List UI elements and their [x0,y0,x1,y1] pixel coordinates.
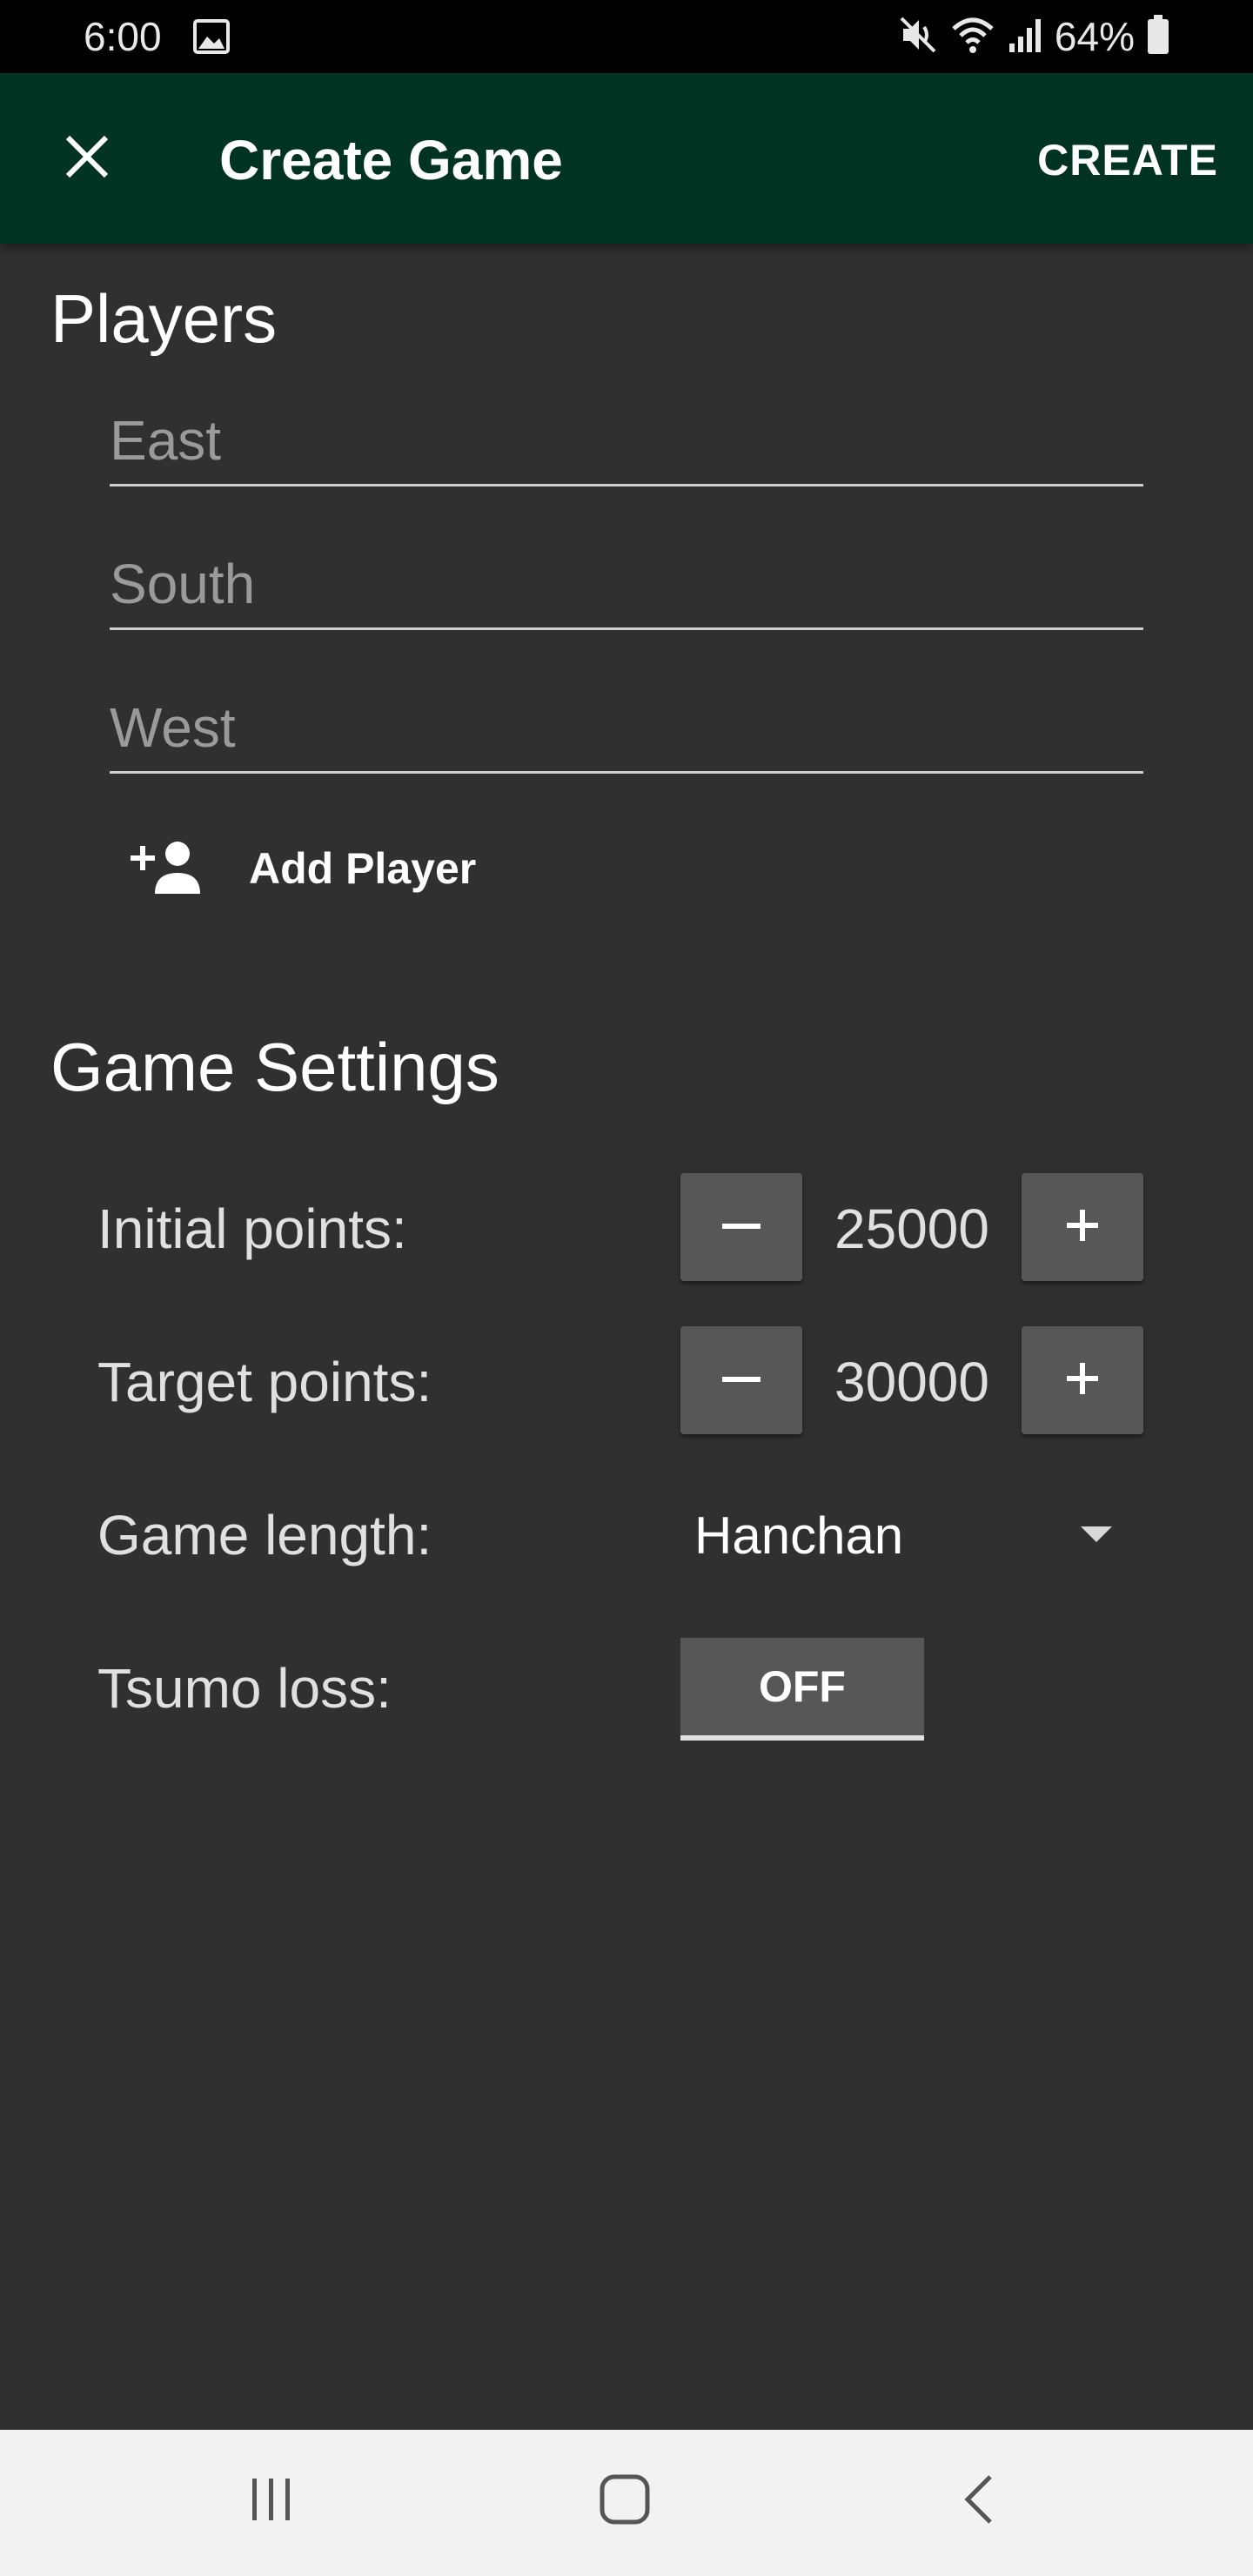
home-icon[interactable] [597,2472,653,2532]
tsumo-loss-state: OFF [759,1662,846,1711]
game-length-value: Hanchan [694,1506,904,1565]
mute-icon [898,15,938,59]
east-player-input[interactable] [110,397,1143,486]
plus-icon [1067,1209,1098,1245]
initial-points-decrement-button[interactable] [680,1173,802,1281]
initial-points-value: 25000 [834,1197,989,1260]
person-add-icon [131,840,205,898]
dropdown-arrow-icon [1081,1526,1112,1548]
signal-icon [1008,16,1042,58]
plus-icon [1067,1362,1098,1399]
initial-points-increment-button[interactable] [1022,1173,1143,1281]
battery-icon [1147,14,1169,59]
wifi-icon [950,15,995,59]
game-length-select[interactable]: Hanchan [694,1500,1112,1570]
target-points-decrement-button[interactable] [680,1326,802,1434]
south-player-input[interactable] [110,540,1143,630]
minus-icon [722,1372,761,1388]
initial-points-label: Initial points: [97,1197,407,1260]
gallery-icon [193,19,230,58]
battery-percentage: 64% [1054,14,1135,59]
tsumo-loss-label: Tsumo loss: [97,1657,392,1720]
app-bar: Create Game CREATE [0,73,1253,244]
recent-apps-icon[interactable] [247,2475,296,2528]
tsumo-loss-toggle[interactable]: OFF [680,1638,924,1741]
status-bar: 6:00 64% [0,0,1253,73]
target-points-label: Target points: [97,1351,432,1413]
close-button[interactable] [52,124,122,193]
west-player-input[interactable] [110,684,1143,774]
game-settings-heading: Game Settings [50,1029,499,1105]
target-points-value: 30000 [834,1351,989,1413]
add-player-button[interactable]: Add Player [131,834,476,903]
close-icon [63,132,111,185]
back-icon[interactable] [957,2472,1001,2532]
add-player-label: Add Player [249,844,477,893]
status-icons: 64% [898,12,1169,61]
page-title: Create Game [219,129,563,191]
game-length-label: Game length: [97,1504,432,1566]
navigation-bar [0,2430,1253,2576]
target-points-increment-button[interactable] [1022,1326,1143,1434]
players-heading: Players [50,280,278,357]
minus-icon [722,1219,761,1235]
status-time: 6:00 [84,14,162,59]
create-button[interactable]: CREATE [1037,129,1218,191]
